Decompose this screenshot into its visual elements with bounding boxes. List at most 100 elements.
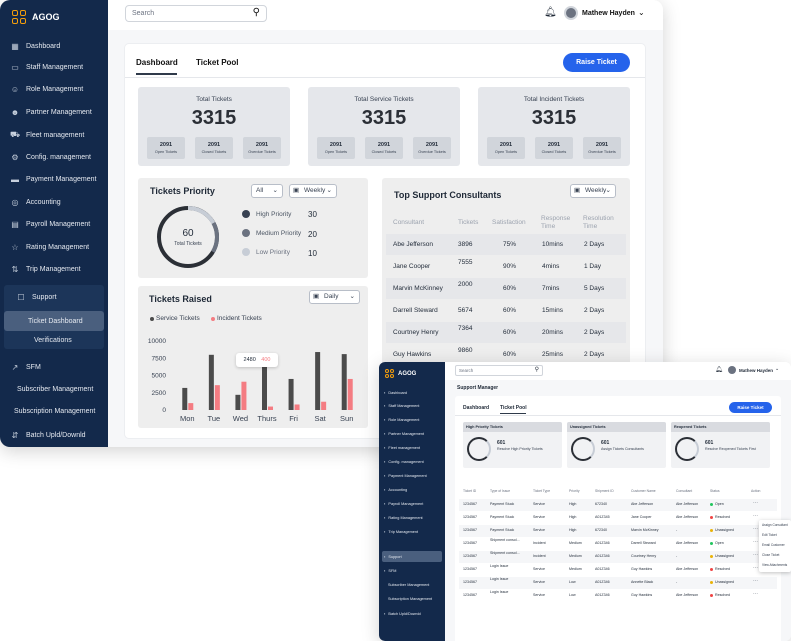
- sidebar-item-trip[interactable]: ⇅ Trip Management: [10, 265, 81, 274]
- table-cell: 2 Days: [584, 241, 605, 248]
- sidebar-item-batch[interactable]: ⇵ Batch Upld/Downld: [10, 431, 86, 440]
- user-name[interactable]: Mathew Hayden: [739, 368, 773, 373]
- bell-icon[interactable]: 🔔︎: [715, 366, 723, 373]
- sidebar-item[interactable]: ▪ Role Management: [384, 417, 419, 422]
- nav-icon: ▪: [384, 431, 386, 436]
- sidebar-item-payment[interactable]: ▬ Payment Management: [10, 175, 96, 184]
- more-icon[interactable]: ⋯: [753, 591, 758, 597]
- action-menu-item[interactable]: View Attachments: [762, 563, 787, 567]
- sidebar-item-partner[interactable]: ☻ Partner Management: [10, 108, 92, 117]
- chevron-down-icon[interactable]: ⌄: [775, 366, 779, 372]
- col-header-satisfaction: Satisfaction: [492, 219, 526, 226]
- table-row[interactable]: 1234567 Payment Stuck Service High A01Z345 Ja…: [459, 512, 777, 524]
- sidebar-item-fleet[interactable]: ⛟ Fleet management: [10, 130, 84, 140]
- action-menu-item[interactable]: Close Ticket: [762, 553, 779, 557]
- more-icon[interactable]: ⋯: [753, 552, 758, 558]
- x-tick-label: Mon: [180, 414, 195, 423]
- table-row[interactable]: 1234567 Shipment consol... Incident Medium A…: [459, 551, 777, 563]
- table-row[interactable]: Abe Jefferson 3896 75% 10mins 2 Days: [386, 234, 626, 255]
- y-tick-label: 7500: [152, 355, 167, 362]
- sidebar-item[interactable]: ▪ Fleet management: [384, 445, 420, 450]
- table-cell: Payment Stuck: [490, 515, 515, 519]
- table-row[interactable]: 1234567 Login Issue Service Low A01Z346 Annet…: [459, 577, 777, 589]
- bell-icon[interactable]: 🔔︎: [544, 7, 557, 18]
- sidebar-item[interactable]: ▪ Batch Upld/Downld: [384, 611, 421, 616]
- avatar[interactable]: [564, 6, 578, 20]
- users-icon: ☻: [10, 108, 20, 117]
- sidebar-item-payroll[interactable]: ▤ Payroll Management: [10, 220, 90, 229]
- sidebar-item[interactable]: ▪ Rating Management: [384, 515, 423, 520]
- tab-dashboard[interactable]: Dashboard: [463, 405, 489, 411]
- consultants-period-select[interactable]: ▣ Weekly ⌄: [570, 184, 616, 198]
- more-icon[interactable]: ⋯: [753, 513, 758, 519]
- raise-ticket-button[interactable]: Raise Ticket: [563, 53, 630, 72]
- route-icon: ⇅: [11, 265, 19, 274]
- nav-icon: ▪: [384, 501, 386, 506]
- tab-dashboard[interactable]: Dashboard: [136, 58, 178, 67]
- sidebar-item[interactable]: ▪ Trip Management: [384, 529, 418, 534]
- table-cell: A01Z346: [595, 541, 610, 545]
- sidebar-item[interactable]: ▪ Partner Management: [384, 431, 424, 436]
- raised-period-select[interactable]: ▣ Daily ⌄: [309, 290, 360, 304]
- sidebar-item[interactable]: ▪ SFM: [384, 568, 396, 573]
- sidebar-item-sfm[interactable]: ↗ SFM: [10, 363, 41, 372]
- sidebar-item[interactable]: ▪ Staff Management: [384, 403, 419, 408]
- sidebar-sub-subscriber[interactable]: Subscriber Management: [17, 386, 93, 393]
- table-row[interactable]: 1234567 Shipment consol... Incident Medium A…: [459, 538, 777, 550]
- table-row[interactable]: 1234567 Login Issue Service Low A01Z346 Guy H…: [459, 590, 777, 602]
- action-menu-item[interactable]: Edit Ticket: [762, 533, 777, 537]
- action-menu-item[interactable]: Email Customer: [762, 543, 785, 547]
- tab-ticket-pool[interactable]: Ticket Pool: [196, 58, 239, 67]
- priority-filter-select[interactable]: All ⌄: [251, 184, 283, 198]
- sidebar-item[interactable]: Subscription Management: [388, 597, 432, 601]
- more-icon[interactable]: ⋯: [753, 539, 758, 545]
- more-icon[interactable]: ⋯: [753, 578, 758, 584]
- sidebar-item-role[interactable]: ☺ Role Management: [10, 85, 83, 94]
- table-cell: 2 Days: [584, 329, 605, 336]
- table-row[interactable]: Courtney Henry 7364 60% 20mins 2 Days: [386, 322, 626, 343]
- stat-open: 2091 Open Tickets: [147, 137, 185, 159]
- sidebar-item-label: Subscription Management: [388, 597, 433, 601]
- table-cell: Abe Jefferson: [631, 502, 654, 506]
- sidebar-item[interactable]: ▪ Payroll Management: [384, 501, 423, 506]
- sidebar-item-support[interactable]: ☐ Support: [16, 293, 56, 302]
- table-row[interactable]: 1234567 Payment Stuck Service High 672340 Abe…: [459, 499, 777, 511]
- raise-ticket-button[interactable]: Raise Ticket: [729, 402, 772, 413]
- legend-value-medium: 20: [308, 230, 317, 239]
- mini-label: Overdue Tickets: [588, 150, 616, 154]
- user-name[interactable]: Mathew Hayden: [582, 10, 635, 17]
- sidebar-sub-subscription[interactable]: Subscription Management: [14, 408, 95, 415]
- action-menu-item[interactable]: Assign Consultant: [762, 523, 788, 527]
- chevron-down-icon[interactable]: ⌄: [638, 8, 645, 17]
- search-input[interactable]: Search ⚲: [455, 365, 543, 376]
- sidebar-item[interactable]: ▪ Support: [384, 554, 402, 559]
- nav-icon: ▪: [384, 445, 386, 450]
- sidebar-sub-ticket-dashboard[interactable]: Ticket Dashboard: [28, 318, 83, 325]
- sidebar-item-staff[interactable]: ▭ Staff Management: [10, 63, 83, 72]
- avatar[interactable]: [728, 366, 736, 374]
- table-row[interactable]: Jane Cooper 7555 90% 4mins 1 Day: [386, 256, 626, 277]
- table-row[interactable]: 1234567 Login Issue Service Medium A01Z346 Gu…: [459, 564, 777, 576]
- sidebar-item-label: Staff Management: [26, 64, 84, 71]
- table-cell: Courtney Henry: [393, 329, 439, 336]
- table-row[interactable]: Marvin McKinney 2000 60% 7mins 5 Days: [386, 278, 626, 299]
- table-row[interactable]: 1234567 Payment Stuck Service High 672340 Mar…: [459, 525, 777, 537]
- search-input[interactable]: Search ⚲: [125, 5, 267, 22]
- priority-period-select[interactable]: ▣ Weekly ⌄: [289, 184, 337, 198]
- table-row[interactable]: Darrell Steward 5674 60% 15mins 2 Days: [386, 300, 626, 321]
- more-icon[interactable]: ⋯: [753, 565, 758, 571]
- sidebar-item-accounting[interactable]: ◎ Accounting: [10, 198, 61, 207]
- more-icon[interactable]: ⋯: [753, 500, 758, 506]
- sidebar-item-config[interactable]: ⚙ Config. management: [10, 153, 91, 162]
- tab-ticket-pool[interactable]: Ticket Pool: [500, 405, 527, 411]
- sidebar-item[interactable]: ▪ Dashboard: [384, 390, 407, 395]
- sidebar-item-rating[interactable]: ☆ Rating Management: [10, 243, 89, 252]
- sidebar-item[interactable]: Subscriber Management: [388, 583, 429, 587]
- sidebar-item[interactable]: ▪ Config. management: [384, 459, 424, 464]
- sidebar-item[interactable]: ▪ Accounting: [384, 487, 407, 492]
- sidebar-sub-verifications[interactable]: Verifications: [34, 337, 72, 344]
- sidebar-item[interactable]: ▪ Payment Management: [384, 473, 427, 478]
- sidebar-item-dashboard[interactable]: ▦ Dashboard: [10, 42, 60, 51]
- more-icon[interactable]: ⋯: [753, 526, 758, 532]
- support-panel: Dashboard Ticket Pool Raise Ticket High …: [455, 396, 781, 641]
